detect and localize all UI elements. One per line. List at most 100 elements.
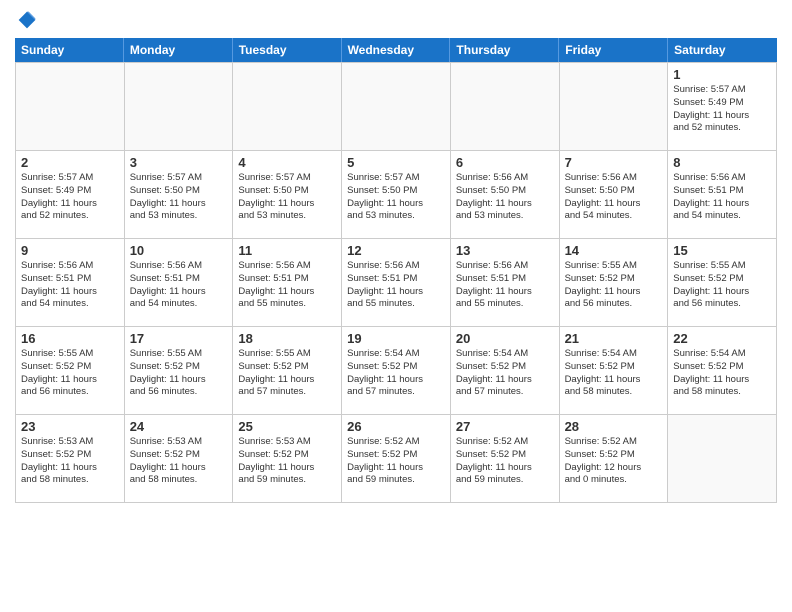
- cal-cell: 6 Sunrise: 5:56 AM Sunset: 5:50 PM Daylig…: [451, 151, 560, 239]
- day-number: 25: [238, 419, 336, 434]
- day-info: Sunrise: 5:54 AM Sunset: 5:52 PM Dayligh…: [673, 348, 771, 399]
- cal-cell: 5 Sunrise: 5:57 AM Sunset: 5:50 PM Daylig…: [342, 151, 451, 239]
- day-number: 11: [238, 243, 336, 258]
- day-number: 13: [456, 243, 554, 258]
- day-number: 15: [673, 243, 771, 258]
- day-info: Sunrise: 5:57 AM Sunset: 5:50 PM Dayligh…: [347, 172, 445, 223]
- cal-cell: 10 Sunrise: 5:56 AM Sunset: 5:51 PM Dayli…: [125, 239, 234, 327]
- cal-cell: 22 Sunrise: 5:54 AM Sunset: 5:52 PM Dayli…: [668, 327, 777, 415]
- cal-cell: 24 Sunrise: 5:53 AM Sunset: 5:52 PM Dayli…: [125, 415, 234, 503]
- cal-cell: 18 Sunrise: 5:55 AM Sunset: 5:52 PM Dayli…: [233, 327, 342, 415]
- cal-cell: 12 Sunrise: 5:56 AM Sunset: 5:51 PM Dayli…: [342, 239, 451, 327]
- cal-cell: [560, 63, 669, 151]
- day-number: 18: [238, 331, 336, 346]
- day-number: 26: [347, 419, 445, 434]
- cal-cell: 13 Sunrise: 5:56 AM Sunset: 5:51 PM Dayli…: [451, 239, 560, 327]
- weekday-header-tuesday: Tuesday: [233, 38, 342, 62]
- cal-cell: 21 Sunrise: 5:54 AM Sunset: 5:52 PM Dayli…: [560, 327, 669, 415]
- cal-cell: 7Sunrise: 5:56 AM Sunset: 5:50 PM Daylig…: [560, 151, 669, 239]
- day-info: Sunrise: 5:56 AM Sunset: 5:50 PM Dayligh…: [456, 172, 554, 223]
- day-info: Sunrise: 5:56 AM Sunset: 5:51 PM Dayligh…: [347, 260, 445, 311]
- day-info: Sunrise: 5:56 AM Sunset: 5:51 PM Dayligh…: [21, 260, 119, 311]
- day-number: 17: [130, 331, 228, 346]
- cal-cell: 28 Sunrise: 5:52 AM Sunset: 5:52 PM Dayli…: [560, 415, 669, 503]
- day-info: Sunrise: 5:56 AM Sunset: 5:51 PM Dayligh…: [238, 260, 336, 311]
- cal-cell: [125, 63, 234, 151]
- day-number: 27: [456, 419, 554, 434]
- cal-cell: [16, 63, 125, 151]
- day-number: 2: [21, 155, 119, 170]
- day-info: Sunrise: 5:54 AM Sunset: 5:52 PM Dayligh…: [347, 348, 445, 399]
- day-number: 1: [673, 67, 771, 82]
- day-number: 6: [456, 155, 554, 170]
- cal-cell: 20Sunrise: 5:54 AM Sunset: 5:52 PM Dayli…: [451, 327, 560, 415]
- day-number: 28: [565, 419, 663, 434]
- day-number: 14: [565, 243, 663, 258]
- logo: [15, 10, 37, 30]
- header: [15, 10, 777, 30]
- weekday-header-wednesday: Wednesday: [342, 38, 451, 62]
- day-number: 24: [130, 419, 228, 434]
- day-number: 22: [673, 331, 771, 346]
- day-info: Sunrise: 5:52 AM Sunset: 5:52 PM Dayligh…: [565, 436, 663, 487]
- weekday-header-thursday: Thursday: [450, 38, 559, 62]
- cal-cell: 3Sunrise: 5:57 AM Sunset: 5:50 PM Daylig…: [125, 151, 234, 239]
- calendar-body: 1 Sunrise: 5:57 AM Sunset: 5:49 PM Daylig…: [15, 62, 777, 503]
- day-info: Sunrise: 5:55 AM Sunset: 5:52 PM Dayligh…: [238, 348, 336, 399]
- day-info: Sunrise: 5:55 AM Sunset: 5:52 PM Dayligh…: [565, 260, 663, 311]
- weekday-header-saturday: Saturday: [668, 38, 777, 62]
- cal-cell: 14 Sunrise: 5:55 AM Sunset: 5:52 PM Dayli…: [560, 239, 669, 327]
- day-number: 12: [347, 243, 445, 258]
- cal-cell: 8 Sunrise: 5:56 AM Sunset: 5:51 PM Daylig…: [668, 151, 777, 239]
- day-info: Sunrise: 5:57 AM Sunset: 5:49 PM Dayligh…: [21, 172, 119, 223]
- cal-cell: [668, 415, 777, 503]
- cal-cell: 4 Sunrise: 5:57 AM Sunset: 5:50 PM Daylig…: [233, 151, 342, 239]
- day-number: 20: [456, 331, 554, 346]
- day-number: 23: [21, 419, 119, 434]
- cal-cell: 9 Sunrise: 5:56 AM Sunset: 5:51 PM Daylig…: [16, 239, 125, 327]
- day-number: 5: [347, 155, 445, 170]
- cal-cell: [342, 63, 451, 151]
- day-number: 7: [565, 155, 663, 170]
- cal-cell: [233, 63, 342, 151]
- day-info: Sunrise: 5:54 AM Sunset: 5:52 PM Dayligh…: [565, 348, 663, 399]
- cal-cell: 11 Sunrise: 5:56 AM Sunset: 5:51 PM Dayli…: [233, 239, 342, 327]
- day-number: 10: [130, 243, 228, 258]
- cal-cell: 19 Sunrise: 5:54 AM Sunset: 5:52 PM Dayli…: [342, 327, 451, 415]
- day-info: Sunrise: 5:55 AM Sunset: 5:52 PM Dayligh…: [673, 260, 771, 311]
- day-number: 9: [21, 243, 119, 258]
- weekday-header-sunday: Sunday: [15, 38, 124, 62]
- day-info: Sunrise: 5:55 AM Sunset: 5:52 PM Dayligh…: [21, 348, 119, 399]
- page: SundayMondayTuesdayWednesdayThursdayFrid…: [0, 0, 792, 612]
- day-number: 3: [130, 155, 228, 170]
- cal-cell: 17Sunrise: 5:55 AM Sunset: 5:52 PM Dayli…: [125, 327, 234, 415]
- day-number: 19: [347, 331, 445, 346]
- day-number: 8: [673, 155, 771, 170]
- cal-cell: 16 Sunrise: 5:55 AM Sunset: 5:52 PM Dayli…: [16, 327, 125, 415]
- day-number: 21: [565, 331, 663, 346]
- weekday-header-monday: Monday: [124, 38, 233, 62]
- day-number: 16: [21, 331, 119, 346]
- day-info: Sunrise: 5:57 AM Sunset: 5:50 PM Dayligh…: [238, 172, 336, 223]
- cal-cell: 25 Sunrise: 5:53 AM Sunset: 5:52 PM Dayli…: [233, 415, 342, 503]
- day-info: Sunrise: 5:52 AM Sunset: 5:52 PM Dayligh…: [456, 436, 554, 487]
- day-info: Sunrise: 5:53 AM Sunset: 5:52 PM Dayligh…: [21, 436, 119, 487]
- day-info: Sunrise: 5:57 AM Sunset: 5:49 PM Dayligh…: [673, 84, 771, 135]
- cal-cell: 27 Sunrise: 5:52 AM Sunset: 5:52 PM Dayli…: [451, 415, 560, 503]
- cal-cell: 26 Sunrise: 5:52 AM Sunset: 5:52 PM Dayli…: [342, 415, 451, 503]
- cal-cell: 15 Sunrise: 5:55 AM Sunset: 5:52 PM Dayli…: [668, 239, 777, 327]
- day-info: Sunrise: 5:53 AM Sunset: 5:52 PM Dayligh…: [238, 436, 336, 487]
- day-info: Sunrise: 5:52 AM Sunset: 5:52 PM Dayligh…: [347, 436, 445, 487]
- day-info: Sunrise: 5:56 AM Sunset: 5:51 PM Dayligh…: [673, 172, 771, 223]
- cal-cell: 2 Sunrise: 5:57 AM Sunset: 5:49 PM Daylig…: [16, 151, 125, 239]
- calendar-header: SundayMondayTuesdayWednesdayThursdayFrid…: [15, 38, 777, 62]
- day-info: Sunrise: 5:56 AM Sunset: 5:51 PM Dayligh…: [456, 260, 554, 311]
- day-number: 4: [238, 155, 336, 170]
- day-info: Sunrise: 5:53 AM Sunset: 5:52 PM Dayligh…: [130, 436, 228, 487]
- cal-cell: [451, 63, 560, 151]
- weekday-header-friday: Friday: [559, 38, 668, 62]
- day-info: Sunrise: 5:56 AM Sunset: 5:51 PM Dayligh…: [130, 260, 228, 311]
- cal-cell: 23 Sunrise: 5:53 AM Sunset: 5:52 PM Dayli…: [16, 415, 125, 503]
- logo-icon: [17, 10, 37, 30]
- cal-cell: 1 Sunrise: 5:57 AM Sunset: 5:49 PM Daylig…: [668, 63, 777, 151]
